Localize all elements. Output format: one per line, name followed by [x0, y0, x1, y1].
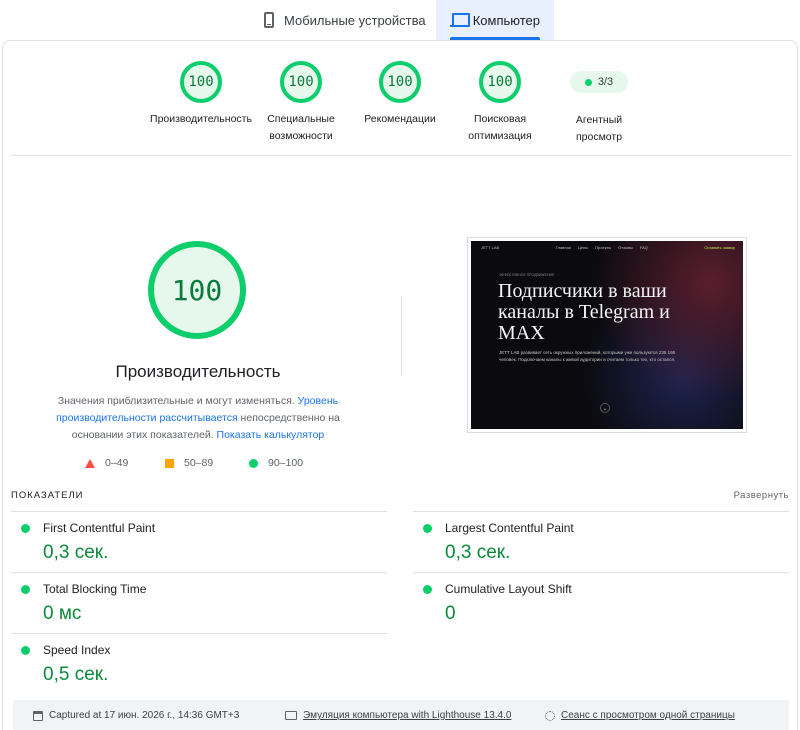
gauge-label: Поисковая оптимизация: [445, 111, 555, 145]
emulation-info[interactable]: Эмуляция компьютера with Lighthouse 13.4…: [285, 710, 511, 721]
metric-name: Total Blocking Time: [43, 582, 147, 596]
shot-body: JETT LAB развивает сеть окружных приложе…: [499, 350, 676, 362]
legend-range: 50–89: [184, 457, 214, 469]
gauge-label-line: Агентный: [575, 114, 623, 126]
shot-link: Проекты: [595, 245, 612, 250]
metric-name: Largest Contentful Paint: [445, 521, 574, 535]
metric-name: Speed Index: [43, 643, 111, 657]
average-square-icon: [165, 458, 174, 468]
gauge-label: Производительность: [146, 111, 256, 128]
shot-cta: Оставить заявку: [704, 245, 735, 250]
shot-nav-links: Главная Цены Проекты Отзывы FAQ: [556, 245, 648, 253]
score-legend: 0–49 50–89 90–100: [85, 457, 325, 471]
gauge-label: Рекомендации: [345, 111, 455, 128]
final-screenshot[interactable]: JETT LAB Главная Цены Проекты Отзывы FAQ…: [467, 237, 747, 433]
pass-dot-icon: [21, 646, 30, 655]
tab-mobile[interactable]: Мобильные устройства: [250, 0, 440, 40]
metrics-heading: ПОКАЗАТЕЛИ: [11, 490, 84, 501]
shot-headline: Подписчики в ваши каналы в Telegram и MA…: [498, 280, 670, 344]
gauge-score: 100: [379, 61, 421, 103]
session-info[interactable]: Сеанс с просмотром одной страницы: [545, 710, 735, 721]
legend-fail: 0–49: [85, 457, 128, 469]
metric-fcp: First Contentful Paint 0,3 сек.: [11, 511, 387, 571]
performance-description: Значения приблизительные и могут изменят…: [48, 393, 348, 444]
metric-value: 0,3 сек.: [43, 542, 109, 563]
session-icon: [545, 710, 555, 721]
shot-link: Отзывы: [618, 245, 633, 250]
gauge-label-line: возможности: [269, 130, 333, 142]
metric-value: 0 мс: [43, 603, 82, 624]
laptop-icon: [450, 13, 470, 27]
legend-average: 50–89: [165, 457, 213, 469]
legend-range: 0–49: [105, 457, 129, 469]
performance-title: Производительность: [115, 362, 281, 381]
pass-circle-icon: [249, 458, 258, 468]
metric-lcp: Largest Contentful Paint 0,3 сек.: [413, 511, 789, 571]
captured-at: Captured at 17 июн. 2026 г., 14:36 GMT+3: [33, 710, 239, 721]
metric-tbt: Total Blocking Time 0 мс: [11, 572, 387, 632]
metric-si: Speed Index 0,5 сек.: [11, 633, 387, 693]
shot-link: FAQ: [639, 245, 648, 250]
screenshot-image: JETT LAB Главная Цены Проекты Отзывы FAQ…: [471, 241, 743, 429]
pass-dot-icon: [423, 524, 432, 533]
metrics-header: ПОКАЗАТЕЛИ Развернуть: [11, 490, 789, 504]
chevron-down-icon: ⌄: [600, 403, 610, 413]
show-calculator-link[interactable]: Показать калькулятор: [217, 429, 325, 441]
agentic-pill: 3/3: [570, 71, 628, 93]
gauge-agentic[interactable]: 3/3 Агентный просмотр: [544, 61, 654, 146]
fail-triangle-icon: [85, 458, 95, 468]
divider: [11, 155, 791, 156]
desc-text: Значения приблизительные и могут изменят…: [57, 395, 298, 407]
calendar-icon: [33, 710, 43, 721]
shot-nav: JETT LAB Главная Цены Проекты Отзывы FAQ…: [481, 245, 735, 253]
tab-mobile-label: Мобильные устройства: [284, 12, 426, 28]
shot-link: Цены: [577, 245, 589, 250]
pass-dot-icon: [423, 585, 432, 594]
gauge-score: 100: [479, 61, 521, 103]
captured-text: Captured at 17 июн. 2026 г., 14:36 GMT+3: [49, 710, 240, 721]
legend-range: 90–100: [268, 457, 304, 469]
agentic-value: 3/3: [597, 76, 614, 88]
shot-kicker: ЭФФЕКТИВНОЕ ПРОДВИЖЕНИЕ: [499, 273, 555, 277]
gauge-best-practices[interactable]: 100 Рекомендации: [345, 61, 455, 128]
gauge-label: Специальные возможности: [246, 111, 356, 145]
metric-cls: Cumulative Layout Shift 0: [413, 572, 789, 632]
metric-value: 0: [445, 603, 456, 624]
expand-toggle[interactable]: Развернуть: [734, 490, 789, 501]
metric-name: Cumulative Layout Shift: [445, 582, 572, 596]
metric-value: 0,3 сек.: [445, 542, 511, 563]
gauge-score: 100: [280, 61, 322, 103]
gauge-label-line: Поисковая: [473, 113, 527, 125]
gauge-accessibility[interactable]: 100 Специальные возможности: [246, 61, 356, 145]
gauge-score: 100: [180, 61, 222, 103]
pass-dot-icon: [21, 524, 30, 533]
phone-icon: [264, 12, 274, 28]
gauge-seo[interactable]: 100 Поисковая оптимизация: [445, 61, 555, 145]
shot-link: Главная: [555, 245, 571, 250]
gauge-label-line: Специальные: [267, 113, 335, 125]
tab-desktop[interactable]: Компьютер: [436, 0, 554, 40]
metric-value: 0,5 сек.: [43, 664, 109, 685]
gauge-label-line: Рекомендации: [364, 113, 436, 125]
metric-name: First Contentful Paint: [43, 521, 156, 535]
device-icon: [285, 711, 297, 720]
gauge-label: Агентный просмотр: [544, 112, 654, 146]
gauge-label-line: оптимизация: [468, 130, 532, 142]
legend-pass: 90–100: [249, 457, 303, 469]
pass-dot-icon: [21, 585, 30, 594]
shot-brand: JETT LAB: [481, 245, 500, 250]
performance-score-gauge: 100: [148, 241, 246, 339]
gauge-label-line: просмотр: [575, 131, 623, 143]
gauge-label-line: Производительность: [150, 113, 252, 125]
device-tabs: Мобильные устройства Компьютер: [0, 0, 800, 40]
emulation-text: Эмуляция компьютера with Lighthouse 13.4…: [303, 710, 512, 721]
tab-desktop-label: Компьютер: [472, 12, 540, 28]
report-card: 100 Производительность 100 Специальные во…: [2, 40, 798, 730]
gauge-performance[interactable]: 100 Производительность: [146, 61, 256, 128]
pass-dot-icon: [584, 78, 592, 86]
session-text: Сеанс с просмотром одной страницы: [561, 710, 735, 721]
vertical-divider: [401, 296, 402, 376]
runtime-settings-footer: Captured at 17 июн. 2026 г., 14:36 GMT+3…: [13, 700, 789, 730]
